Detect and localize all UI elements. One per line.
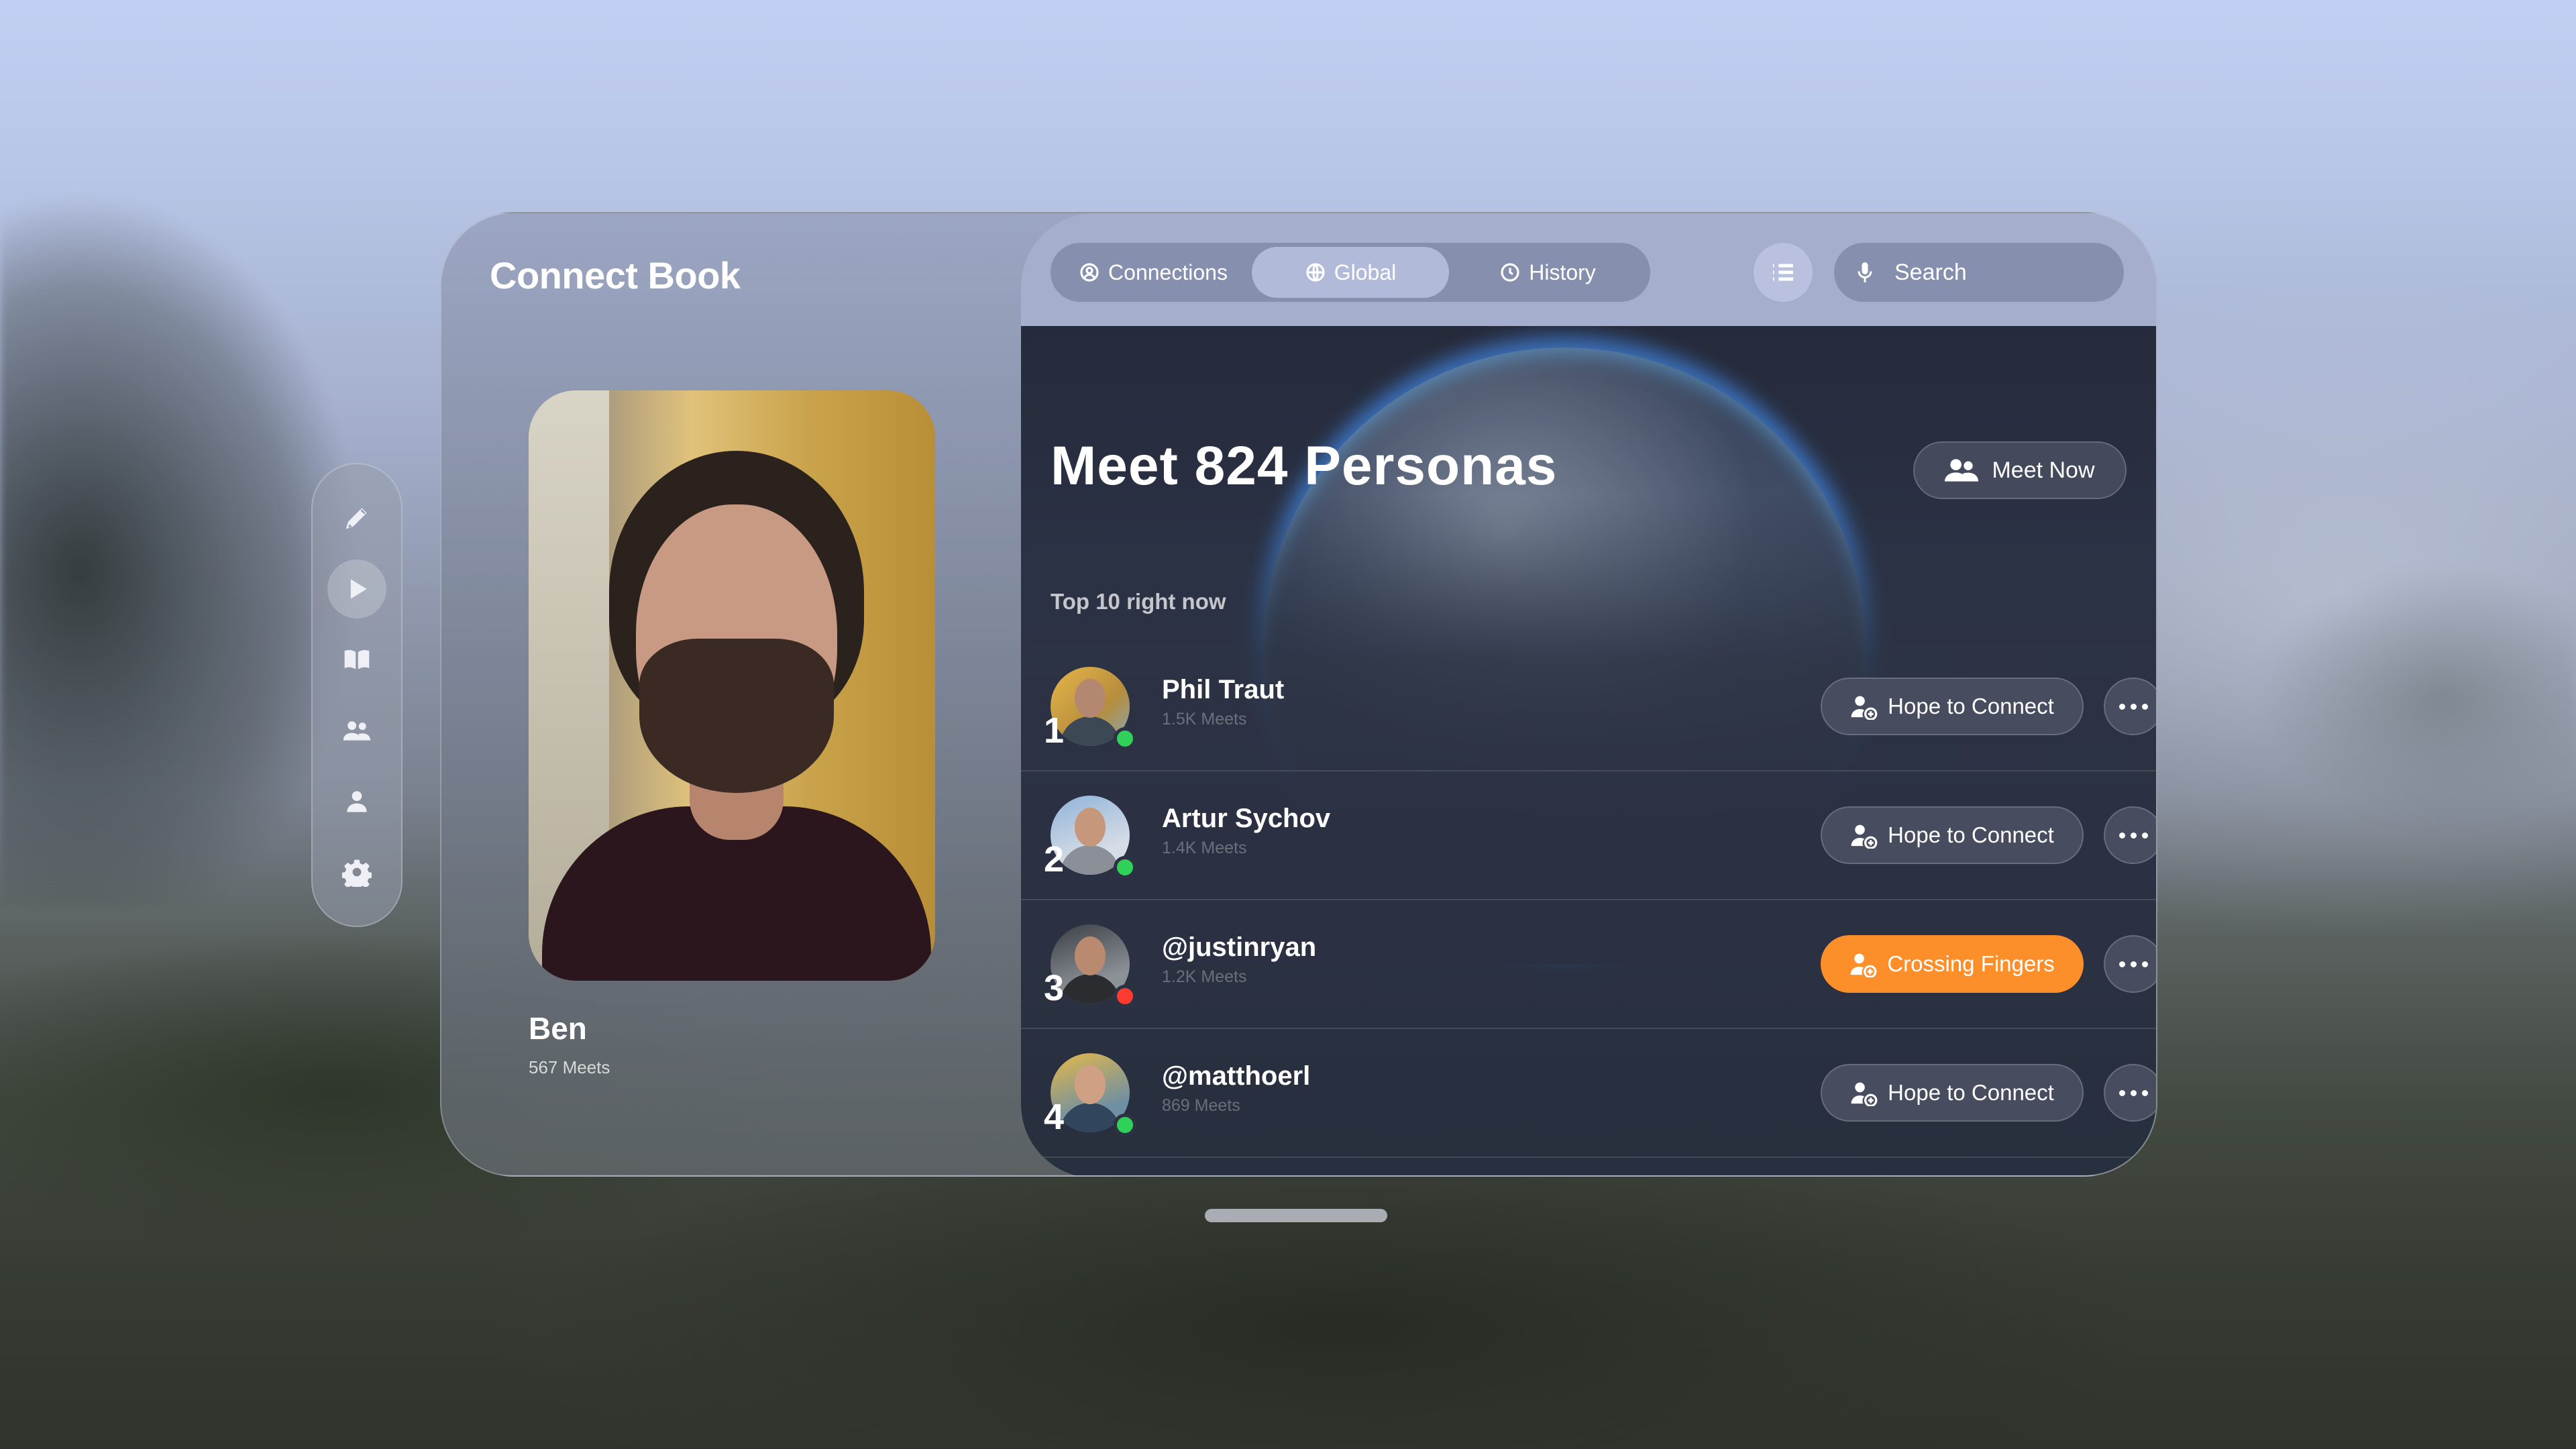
ellipsis-icon <box>2118 703 2125 710</box>
background-trees <box>0 168 483 906</box>
person-icon <box>347 791 367 812</box>
list-icon <box>1773 264 1793 281</box>
meet-now-label: Meet Now <box>1992 457 2095 483</box>
ellipsis-icon <box>2118 832 2125 839</box>
connections-icon <box>1080 263 1099 282</box>
persona-meets: 1.5K Meets <box>1162 710 1247 729</box>
online-status-icon <box>1114 727 1136 750</box>
gear-icon <box>342 859 372 887</box>
search-placeholder: Search <box>1894 259 1967 285</box>
main-pane: Connections Global History Search Meet 8… <box>1021 213 2156 1175</box>
rail-book-button[interactable] <box>327 630 386 689</box>
persona-name: Artur Sychov <box>1162 804 1331 833</box>
list-item[interactable]: 4 @matthoerl 869 Meets Hope to Connect <box>1021 1029 2156 1158</box>
more-options-button[interactable] <box>2104 1064 2156 1122</box>
microphone-icon <box>1858 262 1872 282</box>
rail-settings-button[interactable] <box>327 843 386 902</box>
action-label: Hope to Connect <box>1888 1080 2054 1105</box>
busy-status-icon <box>1114 985 1136 1008</box>
persona-name: Phil Traut <box>1162 675 1285 704</box>
list-view-button[interactable] <box>1754 243 1813 302</box>
app-title: Connect Book <box>490 254 741 297</box>
action-label: Crossing Fingers <box>1887 951 2055 976</box>
pen-icon <box>345 508 367 529</box>
persona-list: 1 Phil Traut 1.5K Meets Hope to Connect <box>1021 643 2156 1158</box>
more-options-button[interactable] <box>2104 935 2156 993</box>
more-options-button[interactable] <box>2104 678 2156 735</box>
hope-to-connect-button[interactable]: Hope to Connect <box>1821 1064 2084 1122</box>
rail-play-button[interactable] <box>327 559 386 619</box>
tab-global-label: Global <box>1334 260 1397 284</box>
persona-meets: 1.2K Meets <box>1162 967 1247 986</box>
play-icon <box>350 578 367 599</box>
rank-number: 1 <box>1044 710 1065 751</box>
list-item[interactable]: 1 Phil Traut 1.5K Meets Hope to Connect <box>1021 643 2156 771</box>
tab-history[interactable]: History <box>1449 247 1646 298</box>
clock-icon <box>1501 263 1519 282</box>
tab-connections[interactable]: Connections <box>1055 247 1252 298</box>
action-label: Hope to Connect <box>1888 694 2054 718</box>
side-rail <box>311 463 402 927</box>
hero-title: Meet 824 Personas <box>1051 435 1558 496</box>
rank-number: 4 <box>1044 1097 1065 1137</box>
search-field[interactable]: Search <box>1834 243 2124 302</box>
people-icon <box>1945 459 1979 482</box>
rank-number: 3 <box>1044 968 1065 1008</box>
rank-number: 2 <box>1044 839 1065 879</box>
profile-photo <box>529 390 935 981</box>
rail-pen-button[interactable] <box>327 488 386 547</box>
persona-meets: 869 Meets <box>1162 1096 1240 1115</box>
profile-meets: 567 Meets <box>529 1057 610 1077</box>
persona-meets: 1.4K Meets <box>1162 839 1247 857</box>
rail-person-button[interactable] <box>327 771 386 830</box>
tab-global[interactable]: Global <box>1252 247 1449 298</box>
persona-name: @matthoerl <box>1162 1061 1311 1091</box>
rail-people-button[interactable] <box>327 701 386 760</box>
add-person-icon <box>1851 824 1878 849</box>
people-icon <box>343 721 371 741</box>
action-label: Hope to Connect <box>1888 822 2054 847</box>
online-status-icon <box>1114 1114 1136 1136</box>
ellipsis-icon <box>2118 961 2125 967</box>
tab-connections-label: Connections <box>1108 260 1228 284</box>
persona-name: @justinryan <box>1162 932 1317 962</box>
tab-bar: Connections Global History <box>1051 243 1650 302</box>
globe-icon <box>1306 263 1325 282</box>
connect-book-window: Connect Book Ben 567 Meets Connections G… <box>440 212 2157 1177</box>
hope-to-connect-button[interactable]: Hope to Connect <box>1821 806 2084 864</box>
section-title: Top 10 right now <box>1051 589 1226 614</box>
profile-name: Ben <box>529 1011 587 1046</box>
list-item[interactable]: 2 Artur Sychov 1.4K Meets Hope to Connec… <box>1021 771 2156 900</box>
window-grabber[interactable] <box>1205 1209 1387 1222</box>
tab-history-label: History <box>1529 260 1596 284</box>
more-options-button[interactable] <box>2104 806 2156 864</box>
ellipsis-icon <box>2118 1089 2125 1096</box>
list-item[interactable]: 3 @justinryan 1.2K Meets Crossing Finger… <box>1021 900 2156 1029</box>
hope-to-connect-button[interactable]: Hope to Connect <box>1821 678 2084 735</box>
add-person-icon <box>1850 953 1877 977</box>
add-person-icon <box>1851 1082 1878 1106</box>
meet-now-button[interactable]: Meet Now <box>1913 441 2127 499</box>
book-icon <box>344 650 370 669</box>
crossing-fingers-button[interactable]: Crossing Fingers <box>1821 935 2084 993</box>
online-status-icon <box>1114 856 1136 879</box>
add-person-icon <box>1851 696 1878 720</box>
